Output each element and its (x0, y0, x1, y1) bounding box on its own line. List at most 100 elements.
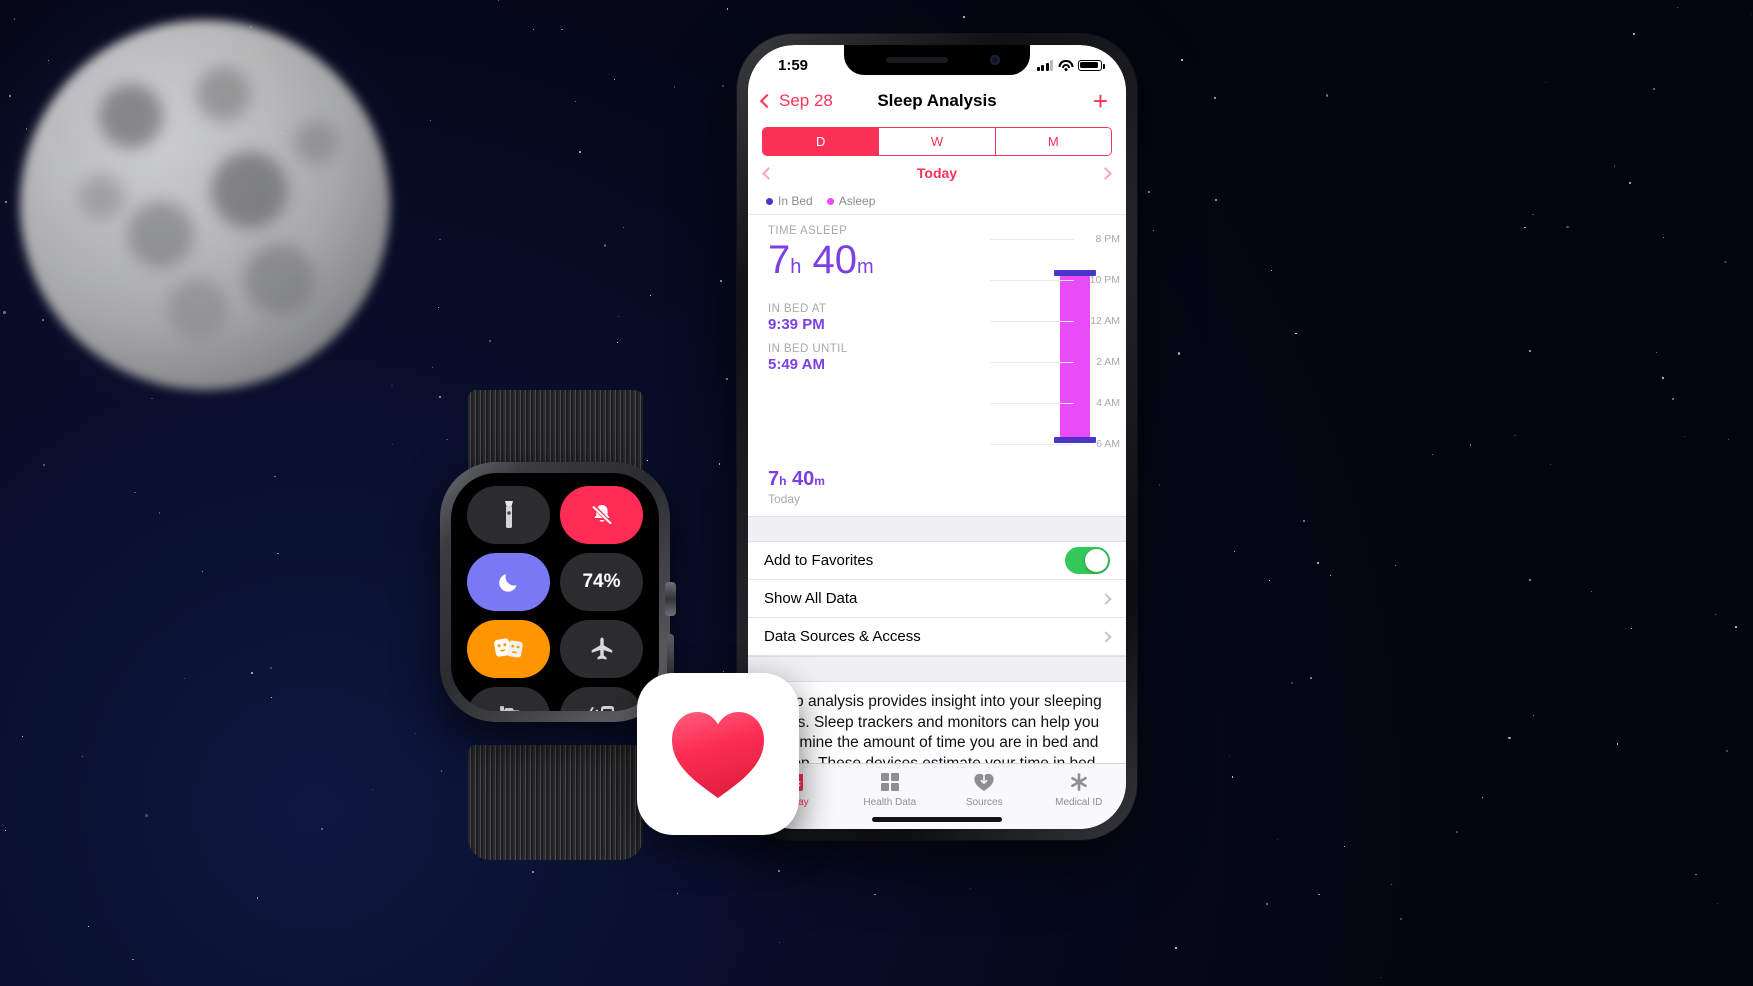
digital-crown[interactable] (665, 582, 676, 616)
section-separator-2 (748, 656, 1126, 682)
legend-item-asleep: Asleep (826, 194, 876, 208)
battery-percentage-label: 74% (582, 571, 621, 592)
hours-unit: h (790, 256, 802, 278)
chart-gridline (990, 403, 1074, 404)
cellular-signal-icon (1036, 59, 1053, 71)
iphone-screen: 1:59 Sep 28 Sleep Analysis + D W M Today… (748, 45, 1126, 829)
range-segmented-control[interactable]: D W M (762, 127, 1112, 156)
row-show-all-data[interactable]: Show All Data (748, 580, 1126, 618)
iphone-inner-frame: 1:59 Sep 28 Sleep Analysis + D W M Today… (748, 45, 1126, 829)
chart-tick-label: 8 PM (1095, 233, 1120, 245)
chart-tick-label: 10 PM (1089, 274, 1120, 286)
row-data-sources-access[interactable]: Data Sources & Access (748, 618, 1126, 656)
ping-iphone-icon (589, 706, 614, 711)
segmented-control-wrap: D W M (748, 123, 1126, 156)
total-minutes-unit: m (814, 474, 825, 488)
sleep-summary-panel: TIME ASLEEP 7h 40m IN BED AT 9:39 PM IN … (748, 215, 1126, 462)
sleep-chart-plot (1046, 225, 1098, 458)
silent-mode-button[interactable] (560, 486, 643, 544)
home-indicator (872, 817, 1002, 822)
chart-gridline (990, 239, 1074, 240)
chart-marker-in-bed-end (1054, 437, 1096, 444)
section-separator (748, 516, 1126, 542)
row-label-data-sources-access: Data Sources & Access (764, 628, 921, 645)
chart-tick-label: 4 AM (1096, 397, 1120, 409)
battery-percentage-button[interactable]: 74% (560, 553, 643, 611)
watch-band-bottom (468, 745, 643, 860)
flashlight-button[interactable] (467, 486, 550, 544)
time-asleep-minutes: 40 (812, 238, 858, 282)
status-bar-indicators (1036, 59, 1105, 71)
chart-gridline (990, 280, 1074, 281)
total-hours-unit: h (779, 474, 787, 488)
chevron-right-icon (1100, 630, 1112, 643)
in-bed-until-label: IN BED UNTIL (768, 343, 848, 355)
camera-remote-icon (499, 706, 519, 711)
in-bed-at-block: IN BED AT 9:39 PM (768, 303, 990, 333)
control-center-grid: 74% (467, 486, 643, 711)
in-bed-until-block: IN BED UNTIL 5:49 AM (768, 343, 990, 373)
heart-download-icon (973, 771, 995, 793)
theater-mode-masks-icon (493, 638, 523, 658)
status-bar-time: 1:59 (778, 56, 809, 74)
do-not-disturb-button[interactable] (467, 553, 550, 611)
minutes-unit: m (857, 256, 874, 278)
tab-label-health-data: Health Data (863, 797, 917, 808)
chevron-right-icon[interactable] (1099, 166, 1112, 180)
airplane-mode-icon (591, 637, 612, 660)
time-asleep-value: 7h 40m (768, 239, 990, 281)
notch (844, 45, 1030, 75)
total-sleep-value: 7h 40m (768, 468, 1126, 491)
sleep-summary-text: TIME ASLEEP 7h 40m IN BED AT 9:39 PM IN … (748, 225, 990, 458)
chart-tick-label: 2 AM (1096, 356, 1120, 368)
scroll-content: D W M Today In Bed Asleep TIME ASLEEP 7h… (748, 123, 1126, 829)
wifi-icon (1058, 59, 1073, 71)
health-heart-icon (672, 712, 764, 798)
watch-side-button[interactable] (667, 634, 674, 676)
day-navigator: Today (748, 156, 1126, 190)
navigation-bar: Sep 28 Sleep Analysis + (748, 79, 1126, 123)
flashlight-icon (504, 501, 513, 528)
tab-label-sources: Sources (965, 797, 1003, 808)
legend-label-asleep: Asleep (838, 194, 876, 208)
camera-remote-button[interactable] (467, 687, 550, 711)
theater-mode-button[interactable] (467, 620, 550, 678)
sleep-chart: 8 PM 10 PM 12 AM 2 AM 4 AM 6 AM (990, 225, 1120, 458)
tab-month[interactable]: M (995, 128, 1111, 155)
legend-dot-asleep (826, 197, 834, 205)
time-asleep-hours: 7 (768, 238, 791, 282)
airplane-mode-button[interactable] (560, 620, 643, 678)
chart-gridline (990, 444, 1074, 445)
chart-gridline (990, 362, 1074, 363)
chart-tick-label: 6 AM (1096, 438, 1120, 450)
ping-iphone-button[interactable] (560, 687, 643, 711)
day-navigator-label: Today (916, 165, 958, 181)
tab-sources[interactable]: Sources (937, 771, 1032, 808)
tab-day[interactable]: D (763, 128, 880, 155)
tab-health-data[interactable]: Health Data (843, 771, 938, 808)
tab-medical-id[interactable]: Medical ID (1032, 771, 1127, 808)
add-data-button[interactable]: + (1093, 88, 1112, 114)
favorites-toggle[interactable] (1065, 547, 1110, 574)
back-button[interactable]: Sep 28 (759, 91, 833, 111)
health-app-icon[interactable] (637, 673, 799, 835)
earpiece-speaker (886, 57, 948, 63)
total-hours: 7 (768, 468, 780, 490)
description-text: Sleep analysis provides insight into you… (764, 693, 1102, 772)
tab-label-medical-id: Medical ID (1055, 797, 1103, 808)
row-add-to-favorites[interactable]: Add to Favorites (748, 542, 1126, 580)
total-sleep-caption: Today (768, 492, 801, 506)
total-minutes: 40 (792, 468, 815, 490)
chevron-left-icon[interactable] (762, 166, 775, 180)
battery-icon (1078, 59, 1105, 71)
silent-mode-icon (591, 504, 613, 526)
legend-dot-in-bed (766, 197, 773, 205)
legend-item-in-bed: In Bed (766, 194, 813, 208)
chevron-left-icon (759, 93, 775, 109)
chart-bar-asleep (1060, 274, 1090, 439)
back-button-label: Sep 28 (779, 91, 833, 110)
chevron-right-icon (1100, 592, 1112, 605)
legend-label-in-bed: In Bed (778, 194, 813, 208)
tab-week[interactable]: W (879, 128, 996, 155)
chart-legend: In Bed Asleep (748, 190, 1126, 215)
